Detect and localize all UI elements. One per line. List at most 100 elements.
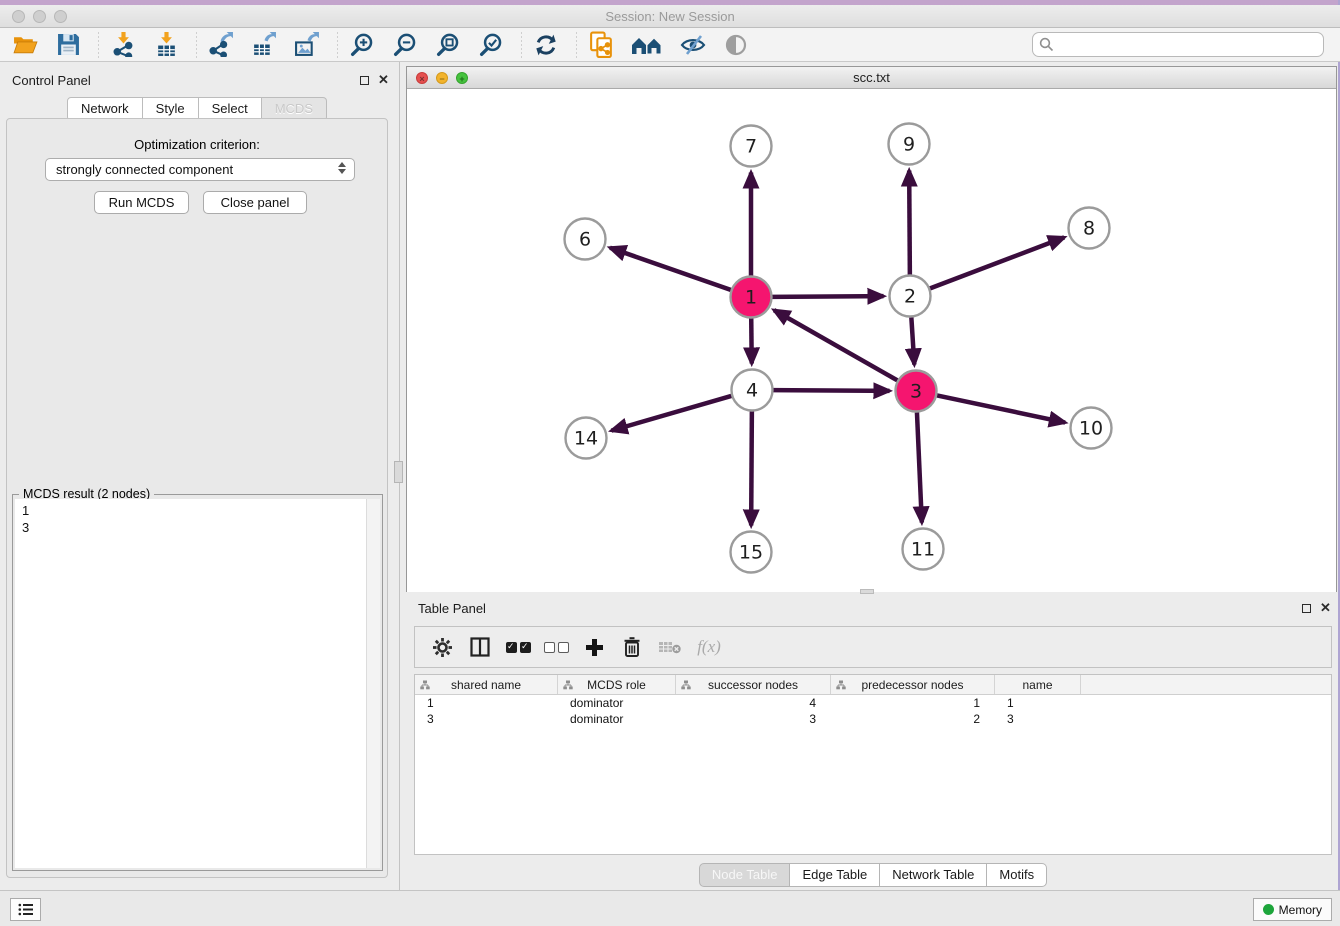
import-table-icon — [154, 32, 179, 57]
refresh-icon — [533, 32, 559, 58]
graph-node-15[interactable]: 15 — [731, 532, 772, 573]
panel-divider-handle[interactable] — [394, 461, 403, 483]
graph-edge-4-15[interactable] — [751, 411, 752, 525]
graph-edge-4-14[interactable] — [611, 396, 731, 431]
svg-text:7: 7 — [745, 136, 757, 158]
graph-edge-2-8[interactable] — [930, 237, 1064, 288]
import-table-button[interactable] — [151, 31, 181, 59]
column-header-predecessor-nodes[interactable]: predecessor nodes — [831, 675, 995, 694]
refresh-layout-button[interactable] — [531, 31, 561, 59]
control-panel-header: Control Panel ✕ — [0, 68, 394, 94]
first-neighbors-button[interactable] — [629, 31, 665, 59]
deselect-all-button[interactable] — [541, 632, 571, 662]
graph-node-6[interactable]: 6 — [565, 219, 606, 260]
zoom-fit-button[interactable] — [433, 31, 463, 59]
graph-node-14[interactable]: 14 — [566, 418, 607, 459]
graph-node-3[interactable]: 3 — [896, 371, 937, 412]
graph-node-9[interactable]: 9 — [889, 124, 930, 165]
show-all-button[interactable] — [721, 31, 751, 59]
add-row-button[interactable] — [579, 632, 609, 662]
graph-node-10[interactable]: 10 — [1071, 408, 1112, 449]
table-panel-header: Table Panel ✕ — [406, 596, 1340, 622]
graph-edge-3-10[interactable] — [937, 395, 1065, 422]
svg-text:15: 15 — [739, 542, 763, 564]
table-cell[interactable]: dominator — [558, 711, 676, 727]
main-toolbar — [0, 28, 1340, 62]
select-all-button[interactable] — [503, 632, 533, 662]
column-header-MCDS-role[interactable]: MCDS role — [558, 675, 676, 694]
zoom-selected-button[interactable] — [476, 31, 506, 59]
network-canvas[interactable]: 1 2 3 4 6 7 8 9 10 11 14 15 — [407, 89, 1336, 592]
function-builder-button[interactable]: f(x) — [693, 632, 723, 662]
unchecked-boxes-icon — [544, 642, 569, 653]
graph-edge-2-3[interactable] — [911, 317, 914, 364]
tab-motifs[interactable]: Motifs — [987, 863, 1047, 887]
delete-row-button[interactable] — [617, 632, 647, 662]
table-float-icon[interactable] — [1302, 604, 1311, 613]
table-cell[interactable]: 1 — [831, 695, 995, 711]
graph-edge-1-2[interactable] — [772, 296, 883, 297]
toolbar-separator — [521, 32, 522, 58]
run-mcds-button[interactable]: Run MCDS — [94, 191, 189, 214]
table-cell[interactable]: 3 — [676, 711, 831, 727]
graph-node-1[interactable]: 1 — [731, 277, 772, 318]
mcds-result-text[interactable]: 13 — [15, 499, 366, 868]
clone-network-icon — [588, 31, 615, 59]
titlebar: Session: New Session — [0, 5, 1340, 28]
gear-icon — [432, 637, 453, 658]
hide-selected-button[interactable] — [678, 31, 708, 59]
list-icon — [18, 903, 34, 916]
search-input[interactable] — [1032, 32, 1324, 57]
table-settings-button[interactable] — [427, 632, 457, 662]
export-table-button[interactable] — [249, 31, 279, 59]
graph-edge-3-11[interactable] — [917, 412, 922, 522]
network-table-divider-handle[interactable] — [860, 589, 874, 594]
tab-edge-table[interactable]: Edge Table — [790, 863, 880, 887]
open-session-button[interactable] — [10, 31, 40, 59]
memory-button[interactable]: Memory — [1253, 898, 1332, 921]
zoom-out-button[interactable] — [390, 31, 420, 59]
mcds-result-scrollbar[interactable] — [366, 499, 380, 868]
column-header-shared-name[interactable]: shared name — [415, 675, 558, 694]
graph-node-11[interactable]: 11 — [903, 529, 944, 570]
graph-edge-3-1[interactable] — [774, 310, 897, 380]
zoom-in-button[interactable] — [347, 31, 377, 59]
table-cell[interactable]: 3 — [415, 711, 558, 727]
table-cell[interactable]: 1 — [415, 695, 558, 711]
graph-node-2[interactable]: 2 — [890, 276, 931, 317]
graph-node-4[interactable]: 4 — [732, 370, 773, 411]
svg-text:11: 11 — [911, 539, 935, 561]
export-image-button[interactable] — [292, 31, 322, 59]
clone-network-button[interactable] — [586, 31, 616, 59]
export-network-button[interactable] — [206, 31, 236, 59]
table-cell[interactable]: 2 — [831, 711, 995, 727]
graph-edge-4-3[interactable] — [773, 390, 889, 391]
task-history-button[interactable] — [10, 898, 41, 921]
toolbar-separator — [337, 32, 338, 58]
graph-node-8[interactable]: 8 — [1069, 208, 1110, 249]
table-cell[interactable]: dominator — [558, 695, 676, 711]
table-close-icon[interactable]: ✕ — [1320, 600, 1331, 616]
float-panel-icon[interactable] — [360, 76, 369, 85]
graph-edge-1-6[interactable] — [610, 248, 731, 290]
close-panel-button[interactable]: Close panel — [203, 191, 307, 214]
tab-network-table[interactable]: Network Table — [880, 863, 987, 887]
save-session-button[interactable] — [53, 31, 83, 59]
column-header-successor-nodes[interactable]: successor nodes — [676, 675, 831, 694]
criterion-select[interactable]: strongly connected component — [45, 158, 355, 181]
export-network-icon — [208, 32, 234, 57]
table-cell[interactable]: 3 — [995, 711, 1081, 727]
control-panel-title: Control Panel — [12, 73, 91, 88]
delete-table-button[interactable] — [655, 632, 685, 662]
column-header-name[interactable]: name — [995, 675, 1081, 694]
tab-node-table[interactable]: Node Table — [699, 863, 791, 887]
network-window-titlebar[interactable]: × − + scc.txt — [407, 67, 1336, 89]
close-panel-icon[interactable]: ✕ — [378, 72, 389, 88]
show-columns-button[interactable] — [465, 632, 495, 662]
graph-edge-2-9[interactable] — [909, 170, 910, 274]
houses-icon — [630, 33, 664, 57]
graph-node-7[interactable]: 7 — [731, 126, 772, 167]
table-cell[interactable]: 4 — [676, 695, 831, 711]
import-network-button[interactable] — [108, 31, 138, 59]
table-cell[interactable]: 1 — [995, 695, 1081, 711]
